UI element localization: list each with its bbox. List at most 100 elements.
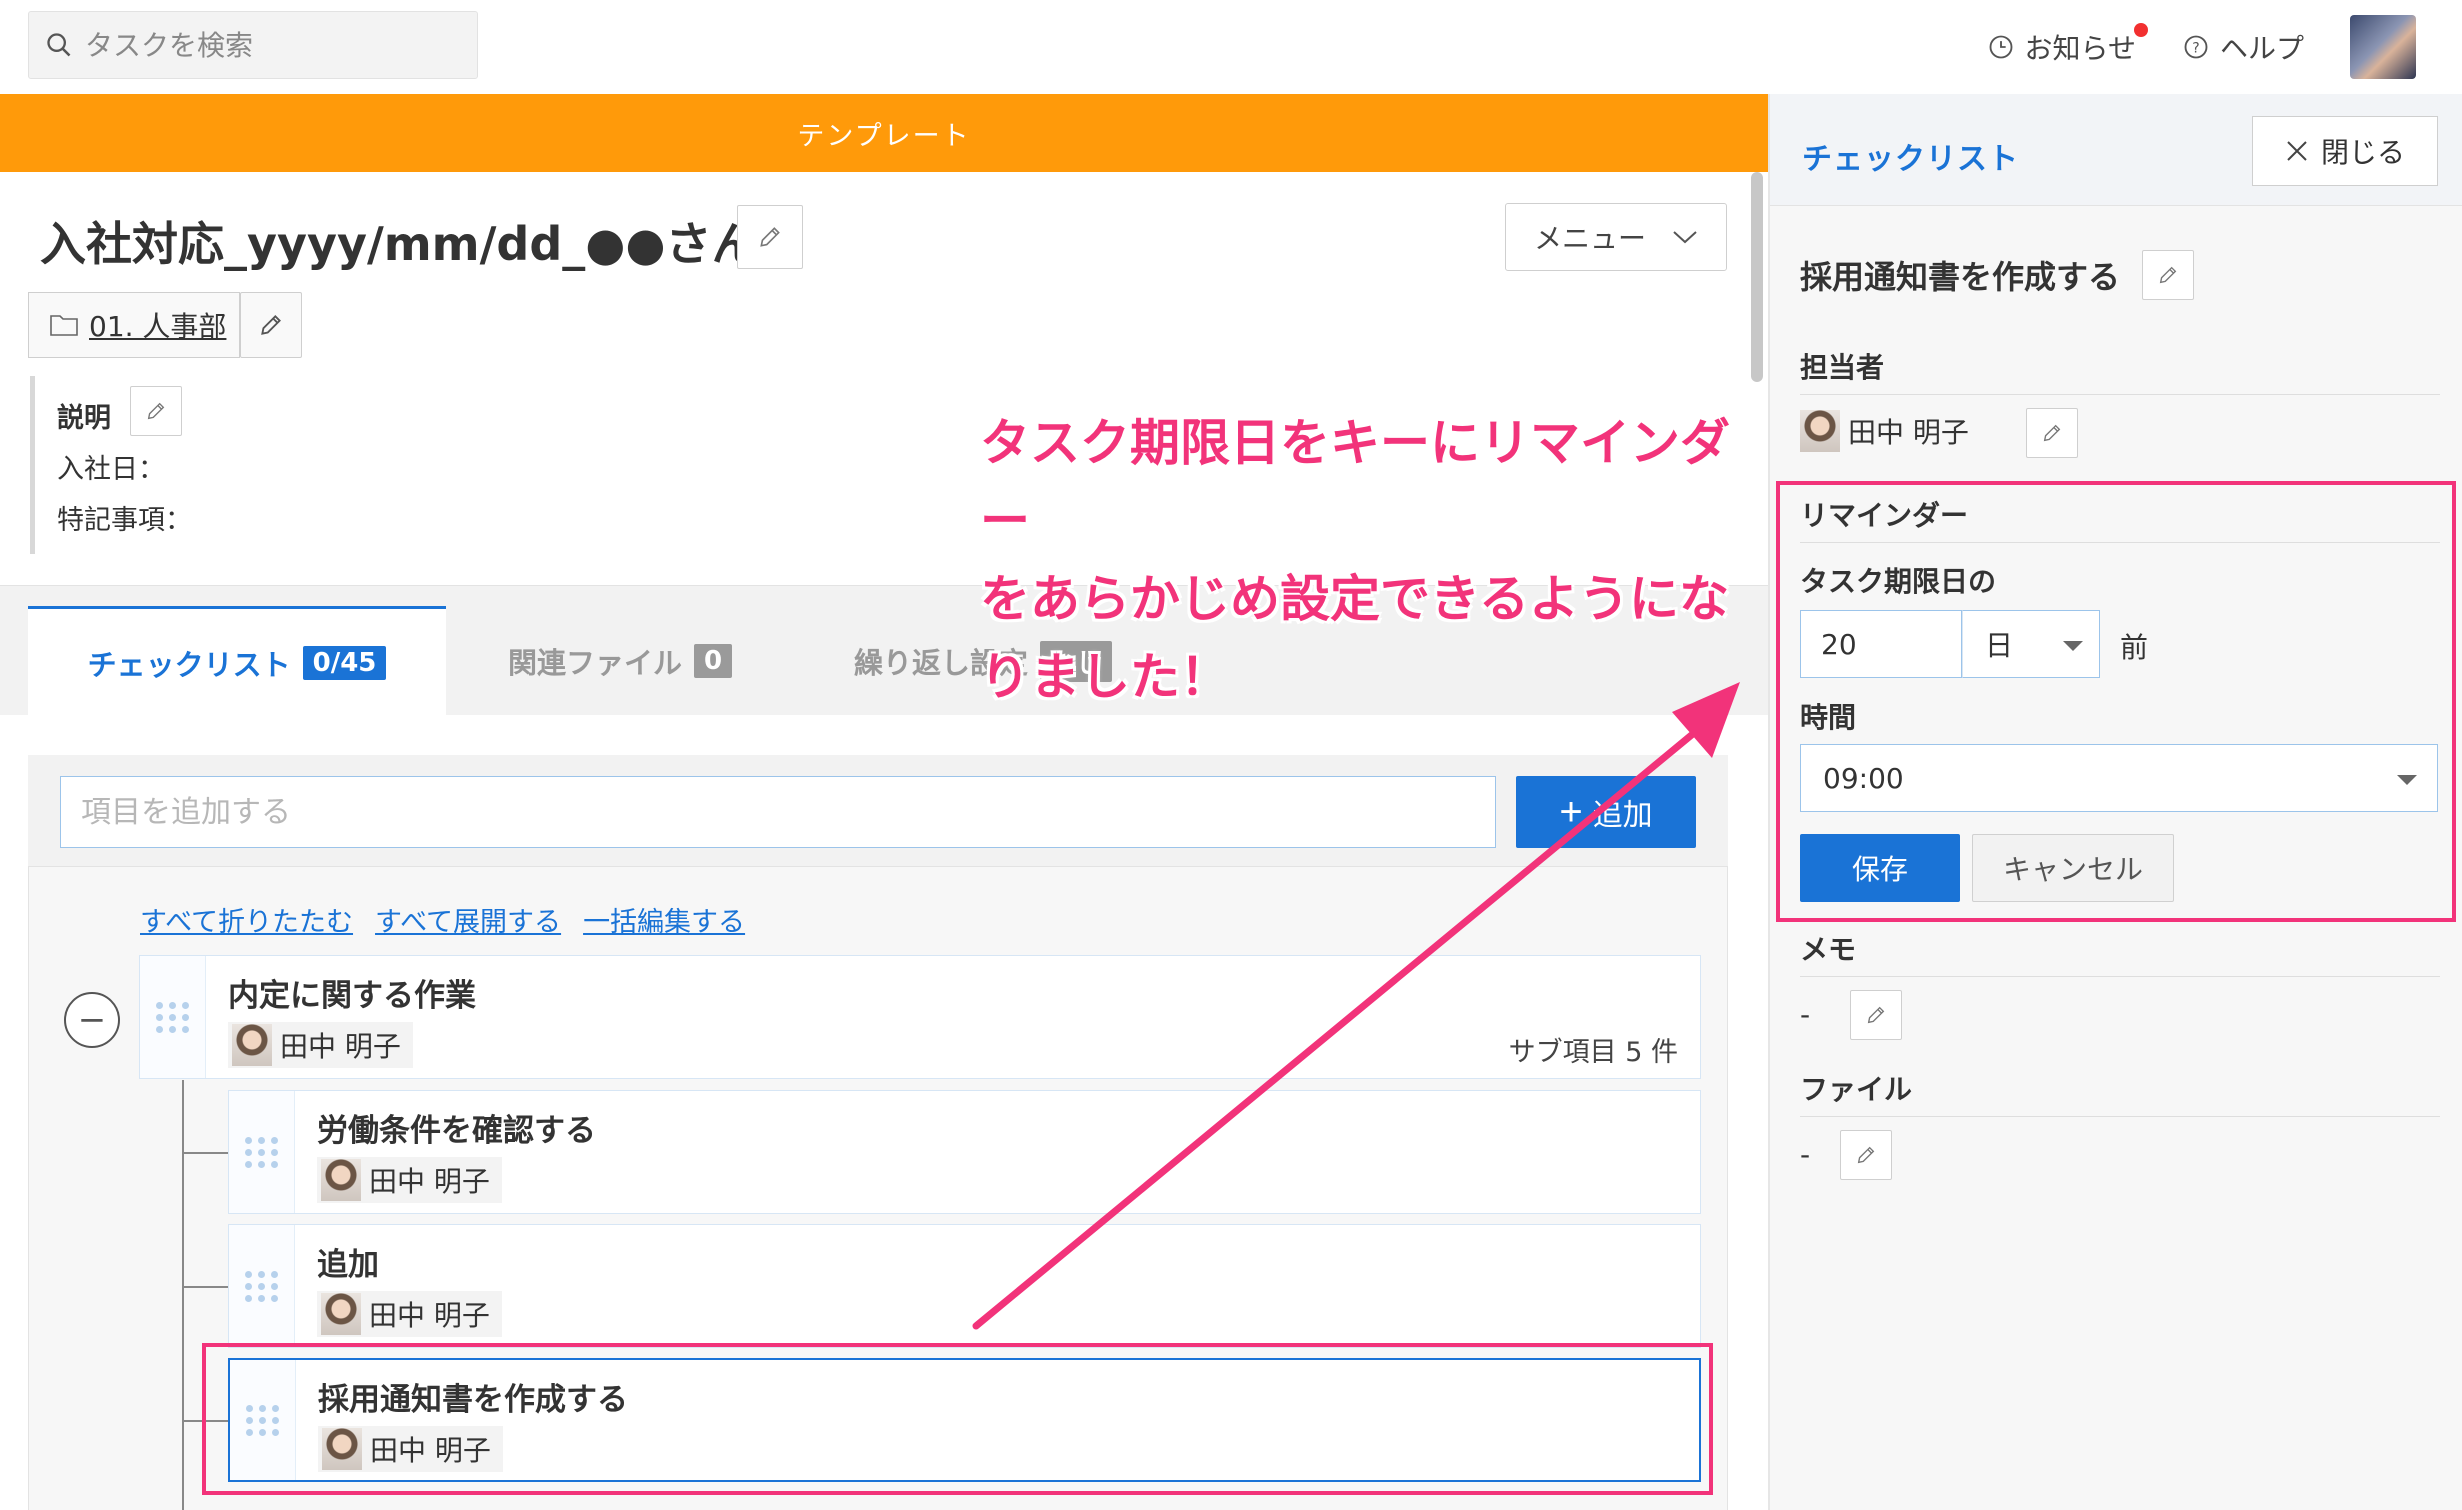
folder-button[interactable]: 01. 人事部 [28, 292, 240, 358]
top-bar: お知らせ ? ヘルプ [0, 0, 2462, 94]
detail-task-title: 採用通知書を作成する [1800, 258, 2121, 296]
tree-branch [182, 1286, 228, 1288]
plus-icon: + [1559, 789, 1583, 834]
folder-label: 01. 人事部 [89, 310, 227, 343]
assignee-label: 担当者 [1800, 351, 1885, 384]
memo-label: メモ [1800, 933, 1857, 966]
clock-icon [1989, 35, 2012, 59]
file-value: - [1800, 1138, 1811, 1171]
help-icon: ? [2184, 35, 2208, 59]
bulk-edit-link[interactable]: 一括編集する [583, 900, 745, 939]
assignee-name: 田中 明子 [280, 1030, 401, 1063]
highlight-selected-item [202, 1343, 1713, 1495]
notifications-label: お知らせ [2024, 32, 2136, 65]
item-assignee: 田中 明子 [317, 1157, 502, 1203]
checklist-actions: すべて折りたたむ すべて展開する 一括編集する [140, 900, 767, 939]
search-input[interactable] [85, 28, 465, 62]
edit-file-button[interactable] [1840, 1130, 1892, 1180]
item-title: 追加 [317, 1247, 379, 1283]
separator [1800, 976, 2440, 977]
pencil-icon [147, 402, 165, 420]
drag-handle[interactable] [229, 1091, 295, 1213]
assignee-name: 田中 明子 [369, 1165, 490, 1198]
svg-text:?: ? [2192, 40, 2199, 56]
tab-checklist-label: チェックリスト [87, 647, 291, 682]
menu-button[interactable]: メニュー [1505, 203, 1727, 271]
edit-description-button[interactable] [130, 386, 182, 436]
add-item-button-label: 追加 [1592, 799, 1653, 832]
pencil-icon [2159, 266, 2177, 284]
help-link[interactable]: ? ヘルプ [2182, 27, 2304, 67]
search-box[interactable] [28, 11, 478, 79]
tab-related-files[interactable]: 関連ファイル 0 [508, 606, 733, 716]
drag-handle[interactable] [229, 1225, 295, 1347]
minus-icon: − [77, 1000, 107, 1040]
grip-icon [244, 1136, 279, 1168]
file-label: ファイル [1800, 1073, 1913, 1106]
separator [1800, 1116, 2440, 1117]
annotation-line: りました！ [980, 648, 1230, 706]
annotation-line: タスク期限日をキーにリマインダー [980, 414, 1730, 550]
top-nav: お知らせ ? ヘルプ [1987, 0, 2462, 94]
folder-icon [50, 315, 78, 336]
add-item-button[interactable]: + 追加 [1516, 776, 1696, 848]
description-label: 説明 [57, 403, 111, 434]
close-icon [2287, 141, 2307, 161]
close-label: 閉じる [2320, 136, 2405, 169]
item-assignee: 田中 明子 [317, 1291, 502, 1337]
assignee-name: 田中 明子 [369, 1299, 490, 1332]
grip-icon [244, 1270, 279, 1302]
item-title: 労働条件を確認する [317, 1113, 596, 1149]
detail-panel-title: チェックリスト [1802, 142, 2019, 177]
pencil-icon [1867, 1006, 1885, 1024]
description-line-start-date: 入社日： [57, 454, 165, 485]
assignee-name: 田中 明子 [1848, 416, 1969, 449]
edit-assignee-button[interactable] [2026, 408, 2078, 458]
sub-item-count: サブ項目 5 件 [1508, 1037, 1678, 1068]
detail-assignee: 田中 明子 [1800, 408, 1981, 454]
tab-checklist[interactable]: チェックリスト 0/45 [28, 606, 446, 716]
tab-checklist-badge: 0/45 [302, 645, 387, 680]
item-assignee: 田中 明子 [228, 1022, 413, 1068]
grip-icon [155, 1001, 190, 1033]
pencil-icon [261, 315, 281, 335]
assignee-avatar [1800, 410, 1840, 452]
edit-title-button[interactable] [737, 205, 803, 269]
collapse-all-link[interactable]: すべて折りたたむ [140, 900, 353, 939]
pencil-icon [2043, 424, 2061, 442]
assignee-avatar [321, 1293, 361, 1335]
main-scrollbar[interactable] [1751, 172, 1763, 382]
pencil-icon [1857, 1146, 1875, 1164]
tree-connector [182, 1080, 184, 1510]
chevron-down-icon [1673, 231, 1697, 244]
edit-task-title-button[interactable] [2142, 250, 2194, 300]
tree-branch [182, 1152, 228, 1154]
close-button[interactable]: 閉じる [2252, 116, 2438, 186]
pencil-icon [760, 227, 780, 247]
checklist-item[interactable]: 労働条件を確認する 田中 明子 [228, 1090, 1701, 1214]
checklist-item[interactable]: 追加 田中 明子 [228, 1224, 1701, 1348]
assignee-avatar [232, 1024, 272, 1066]
menu-label: メニュー [1533, 222, 1646, 255]
highlight-reminder-section [1776, 481, 2456, 922]
assignee-avatar [321, 1159, 361, 1201]
tab-related-files-badge: 0 [694, 644, 733, 678]
drag-handle[interactable] [140, 956, 206, 1078]
notification-dot [2133, 23, 2148, 37]
edit-memo-button[interactable] [1850, 990, 1902, 1040]
separator [1800, 394, 2440, 395]
add-item-input[interactable] [60, 776, 1496, 848]
template-banner: テンプレート [0, 94, 1768, 172]
description-line-notes: 特記事項： [57, 505, 192, 536]
item-title: 内定に関する作業 [228, 978, 476, 1014]
memo-value: - [1800, 998, 1811, 1031]
user-avatar[interactable] [2350, 15, 2416, 79]
expand-all-link[interactable]: すべて展開する [375, 900, 561, 939]
search-icon [47, 33, 71, 57]
checklist-item[interactable]: 内定に関する作業 田中 明子 サブ項目 5 件 [139, 955, 1701, 1079]
annotation-text: タスク期限日をキーにリマインダー をあらかじめ設定できるようにな りました！ [980, 404, 1760, 716]
collapse-group-button[interactable]: − [64, 992, 120, 1048]
notifications-link[interactable]: お知らせ [1987, 23, 2148, 67]
annotation-line: をあらかじめ設定できるようにな [980, 570, 1729, 628]
edit-folder-button[interactable] [240, 292, 302, 358]
